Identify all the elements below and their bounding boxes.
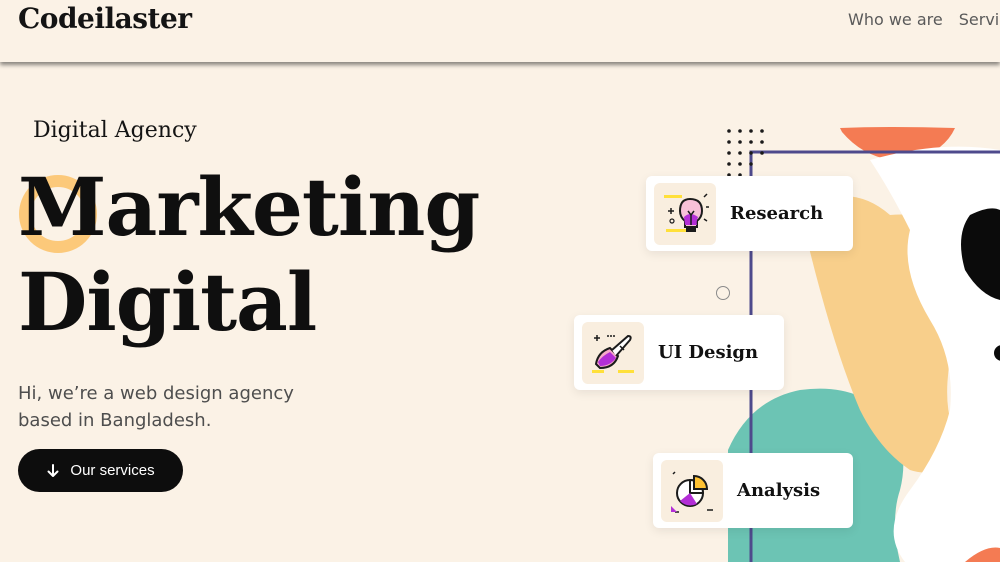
service-card-label: UI Design <box>658 342 759 363</box>
site-header: Codeilaster Who we are Servi <box>0 0 1000 62</box>
nav-link-services[interactable]: Servi <box>959 10 1000 29</box>
main-nav: Who we are Servi <box>848 10 999 29</box>
service-card-label: Research <box>730 203 824 224</box>
pie-chart-icon <box>661 459 723 522</box>
site-logo[interactable]: Codeilaster <box>18 2 192 35</box>
service-card-analysis[interactable]: Analysis <box>653 453 853 528</box>
service-card-research[interactable]: Research <box>646 176 853 251</box>
decorative-ring <box>716 286 730 300</box>
our-services-button[interactable]: Our services <box>18 449 183 492</box>
service-card-ui-design[interactable]: UI Design <box>574 315 784 390</box>
hero-title-line-2: Digital <box>18 255 317 349</box>
arrow-down-icon <box>47 463 59 477</box>
our-services-label: Our services <box>70 462 155 479</box>
nav-link-who-we-are[interactable]: Who we are <box>848 10 943 29</box>
hero-description: Hi, we’re a web design agency based in B… <box>18 383 294 431</box>
service-card-label: Analysis <box>737 480 821 501</box>
dot-grid-decoration <box>727 129 764 177</box>
lightbulb-icon <box>654 182 716 245</box>
hero-title-line-1: Marketing <box>18 160 480 254</box>
hero-eyebrow: Digital Agency <box>33 118 197 143</box>
paintbrush-icon <box>582 321 644 384</box>
